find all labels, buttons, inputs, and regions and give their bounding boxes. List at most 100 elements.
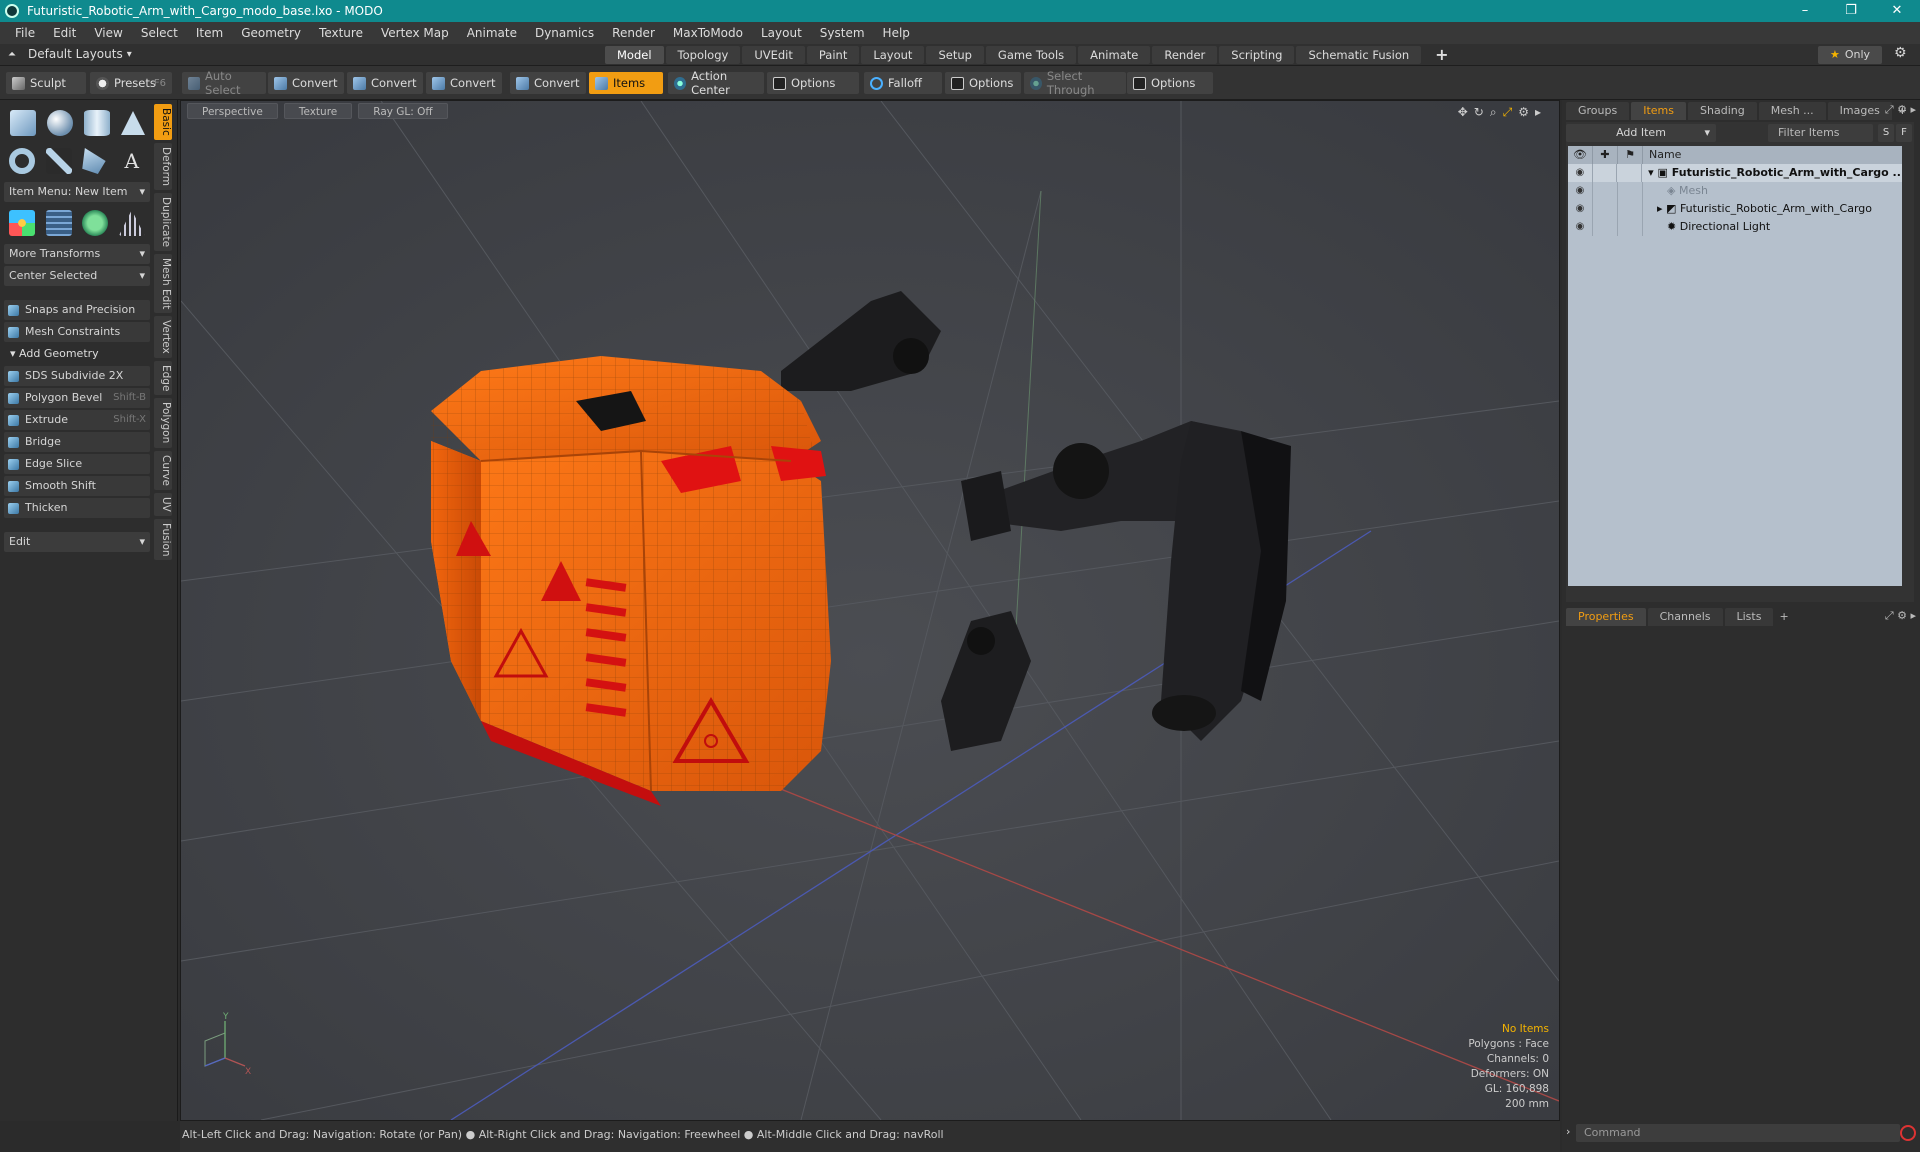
presets-button[interactable]: Presets F6 bbox=[90, 72, 172, 94]
text-tool-icon[interactable]: A bbox=[119, 148, 145, 174]
auto-select-button[interactable]: Auto Select bbox=[182, 69, 266, 97]
gear-icon[interactable]: ⚙ bbox=[1894, 45, 1907, 61]
tab-groups[interactable]: Groups bbox=[1566, 102, 1630, 120]
menu-maxtomodo[interactable]: MaxToModo bbox=[664, 26, 752, 40]
tab-channels[interactable]: Channels bbox=[1647, 608, 1723, 626]
menu-layout[interactable]: Layout bbox=[752, 26, 811, 40]
tab-schematic-fusion[interactable]: Schematic Fusion bbox=[1296, 46, 1422, 64]
tab-polygon[interactable]: Polygon bbox=[154, 398, 172, 448]
command-input[interactable]: Command bbox=[1576, 1124, 1900, 1142]
items-mode-button[interactable]: Items bbox=[589, 72, 663, 94]
properties-options-icon[interactable]: ⤢ ⚙ ▸ bbox=[1885, 609, 1916, 623]
tab-lists[interactable]: Lists bbox=[1724, 608, 1774, 626]
tab-fusion[interactable]: Fusion bbox=[154, 518, 172, 561]
menu-vertex-map[interactable]: Vertex Map bbox=[372, 26, 458, 40]
viewport-expand-icon[interactable]: ▸ bbox=[1535, 105, 1541, 120]
falloff-button[interactable]: Falloff bbox=[864, 72, 942, 94]
tab-uv[interactable]: UV bbox=[154, 492, 172, 516]
only-toggle[interactable]: ★ Only bbox=[1818, 46, 1882, 64]
tab-scripting[interactable]: Scripting bbox=[1219, 46, 1295, 64]
view-mode-dropdown[interactable]: Perspective bbox=[187, 103, 278, 119]
menu-texture[interactable]: Texture bbox=[310, 26, 372, 40]
transform-icon[interactable] bbox=[9, 210, 36, 236]
extrude-button[interactable]: Extrude Shift-X bbox=[4, 410, 150, 430]
panel-options-icon[interactable]: ⤢ ⚙ ▸ bbox=[1885, 103, 1916, 117]
thicken-button[interactable]: Thicken bbox=[4, 498, 150, 518]
tab-curve[interactable]: Curve bbox=[154, 450, 172, 490]
tab-basic[interactable]: Basic bbox=[154, 104, 172, 140]
tab-deform[interactable]: Deform bbox=[154, 142, 172, 190]
zoom-icon[interactable]: ⌕ bbox=[1490, 105, 1497, 120]
menu-view[interactable]: View bbox=[85, 26, 131, 40]
tube-primitive-icon[interactable] bbox=[45, 148, 72, 174]
rotate-view-icon[interactable]: ↻ bbox=[1474, 105, 1484, 120]
tab-duplicate[interactable]: Duplicate bbox=[154, 192, 172, 251]
tab-edge[interactable]: Edge bbox=[154, 360, 172, 396]
shading-mode-dropdown[interactable]: Texture bbox=[283, 103, 353, 119]
menu-render[interactable]: Render bbox=[603, 26, 664, 40]
visibility-eye-icon[interactable]: ◉ bbox=[1568, 200, 1593, 218]
tab-vertex[interactable]: Vertex bbox=[154, 316, 172, 358]
convert-edges-button[interactable]: Convert bbox=[347, 72, 423, 94]
torus-primitive-icon[interactable] bbox=[9, 148, 36, 174]
viewport-settings-icon[interactable]: ⚙ bbox=[1518, 105, 1529, 120]
tab-setup[interactable]: Setup bbox=[926, 46, 984, 64]
tab-uvedit[interactable]: UVEdit bbox=[742, 46, 805, 64]
filter-s-button[interactable]: S bbox=[1878, 124, 1894, 142]
cylinder-primitive-icon[interactable] bbox=[83, 110, 110, 136]
tab-mesh-edit[interactable]: Mesh Edit bbox=[154, 253, 172, 314]
menu-select[interactable]: Select bbox=[132, 26, 187, 40]
visibility-eye-icon[interactable]: ◉ bbox=[1568, 164, 1593, 182]
tab-paint[interactable]: Paint bbox=[806, 46, 860, 64]
falloff-options-button[interactable]: Options bbox=[945, 72, 1021, 94]
scale-icon[interactable] bbox=[118, 210, 145, 236]
edge-slice-button[interactable]: Edge Slice bbox=[4, 454, 150, 474]
menu-system[interactable]: System bbox=[811, 26, 874, 40]
sphere-primitive-icon[interactable] bbox=[46, 110, 73, 136]
pen-tool-icon[interactable] bbox=[82, 148, 106, 174]
menu-file[interactable]: File bbox=[6, 26, 44, 40]
menu-item[interactable]: Item bbox=[187, 26, 232, 40]
tab-shading[interactable]: Shading bbox=[1688, 102, 1757, 120]
tab-model[interactable]: Model bbox=[605, 46, 664, 64]
grid-icon[interactable] bbox=[45, 210, 72, 236]
tab-mesh[interactable]: Mesh ... bbox=[1758, 102, 1826, 120]
tab-game-tools[interactable]: Game Tools bbox=[985, 46, 1077, 64]
center-selected-dropdown[interactable]: Center Selected bbox=[4, 266, 150, 286]
item-menu-dropdown[interactable]: Item Menu: New Item bbox=[4, 182, 150, 202]
pan-icon[interactable]: ✥ bbox=[1458, 105, 1468, 120]
fit-view-icon[interactable]: ⤢ bbox=[1503, 105, 1513, 120]
action-center-options-button[interactable]: Options bbox=[767, 72, 859, 94]
visibility-eye-icon[interactable]: ◉ bbox=[1568, 218, 1593, 236]
menu-animate[interactable]: Animate bbox=[458, 26, 526, 40]
cube-primitive-icon[interactable] bbox=[9, 110, 36, 136]
minimize-button[interactable]: – bbox=[1782, 0, 1828, 22]
add-item-dropdown[interactable]: Add Item bbox=[1566, 124, 1716, 142]
close-button[interactable]: ✕ bbox=[1874, 0, 1920, 22]
tree-row-light[interactable]: ◉ ✹ Directional Light bbox=[1568, 218, 1902, 236]
collapse-arrow-icon[interactable]: ⏶ bbox=[8, 49, 16, 60]
tree-row-mesh[interactable]: ◉ ◈ Mesh bbox=[1568, 182, 1902, 200]
default-layouts-dropdown[interactable]: ⏶ Default Layouts ▾ bbox=[8, 47, 132, 61]
tree-row-model[interactable]: ◉ ▸ ◩ Futuristic_Robotic_Arm_with_Cargo bbox=[1568, 200, 1902, 218]
tab-render[interactable]: Render bbox=[1152, 46, 1218, 64]
menu-help[interactable]: Help bbox=[874, 26, 919, 40]
edit-dropdown[interactable]: Edit bbox=[4, 532, 150, 552]
menu-edit[interactable]: Edit bbox=[44, 26, 85, 40]
polygon-bevel-button[interactable]: Polygon Bevel Shift-B bbox=[4, 388, 150, 408]
action-center-button[interactable]: Action Center bbox=[668, 69, 764, 97]
add-tab-button[interactable]: + bbox=[1423, 46, 1460, 64]
mesh-constraints-button[interactable]: Mesh Constraints bbox=[4, 322, 150, 342]
smooth-shift-button[interactable]: Smooth Shift bbox=[4, 476, 150, 496]
bridge-button[interactable]: Bridge bbox=[4, 432, 150, 452]
tab-animate[interactable]: Animate bbox=[1078, 46, 1151, 64]
filter-f-button[interactable]: F bbox=[1896, 124, 1912, 142]
tab-topology[interactable]: Topology bbox=[665, 46, 741, 64]
restore-button[interactable]: ❐ bbox=[1828, 0, 1874, 22]
menu-dynamics[interactable]: Dynamics bbox=[526, 26, 603, 40]
add-properties-tab-button[interactable]: + bbox=[1775, 608, 1792, 626]
raygl-toggle[interactable]: Ray GL: Off bbox=[358, 103, 448, 119]
name-column-header[interactable]: Name bbox=[1643, 146, 1681, 164]
rotate-icon[interactable] bbox=[82, 210, 109, 236]
menu-geometry[interactable]: Geometry bbox=[232, 26, 310, 40]
